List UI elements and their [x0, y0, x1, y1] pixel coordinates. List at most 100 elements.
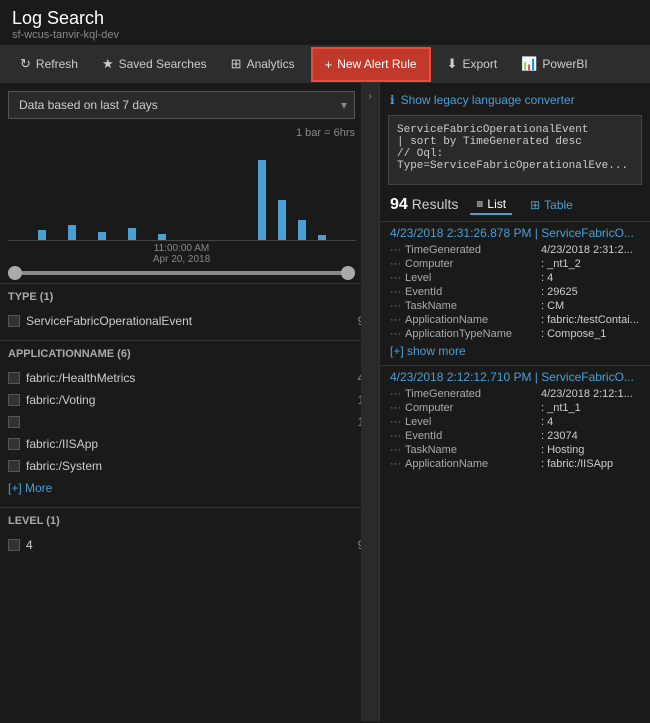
log-field-value: : fabric:/IISApp: [541, 458, 613, 470]
chart-bar: [318, 235, 326, 240]
info-icon: ℹ: [390, 93, 395, 107]
log-field-value: : 4: [541, 272, 553, 284]
log-field: ··· EventId : 29625: [390, 285, 640, 299]
chart-area: 1 bar = 6hrs 11:00:00 AM Apr 20, 2018: [8, 127, 355, 265]
log-expand-icon[interactable]: ···: [390, 314, 401, 326]
export-button[interactable]: ⬇ Export: [435, 48, 510, 80]
log-field-name: EventId: [405, 430, 535, 442]
export-icon: ⬇: [447, 56, 458, 72]
log-expand-icon[interactable]: ···: [390, 416, 401, 428]
log-expand-icon[interactable]: ···: [390, 300, 401, 312]
appname-filter-item: 17: [0, 411, 379, 433]
left-panel: Data based on last 7 days Last 24 hours …: [0, 83, 380, 721]
type-filter-header: TYPE (1) ×: [0, 284, 379, 310]
chart-bar: [158, 234, 166, 240]
log-field: ··· ApplicationName : fabric:/testContai…: [390, 313, 640, 327]
log-field-value: : _nt1_2: [541, 258, 581, 270]
log-expand-icon[interactable]: ···: [390, 444, 401, 456]
level-checkbox[interactable]: [8, 539, 20, 551]
log-expand-icon[interactable]: ···: [390, 286, 401, 298]
chart-bar: [258, 160, 266, 240]
log-expand-icon[interactable]: ···: [390, 388, 401, 400]
log-field-value: 4/23/2018 2:31:2...: [541, 244, 633, 256]
log-expand-icon[interactable]: ···: [390, 430, 401, 442]
appname-items: fabric:/HealthMetrics 46 fabric:/Voting …: [0, 367, 379, 477]
log-field-name: Level: [405, 272, 535, 284]
log-entry-header[interactable]: 4/23/2018 2:12:12.710 PM | ServiceFabric…: [390, 370, 640, 384]
log-field-value: : Compose_1: [541, 328, 606, 340]
type-item-name: ServiceFabricOperationalEvent: [26, 314, 345, 328]
log-entry-header[interactable]: 4/23/2018 2:31:26.878 PM | ServiceFabric…: [390, 226, 640, 240]
log-field-value: : _nt1_1: [541, 402, 581, 414]
level-filter-header: LEVEL (1) ×: [0, 508, 379, 534]
log-field-name: EventId: [405, 286, 535, 298]
query-box[interactable]: ServiceFabricOperationalEvent | sort by …: [388, 115, 642, 185]
table-icon: ⊞: [530, 198, 540, 212]
toolbar: ↻ Refresh ★ Saved Searches ⊞ Analytics +…: [0, 45, 650, 83]
date-select[interactable]: Data based on last 7 days Last 24 hours …: [8, 91, 355, 119]
log-field-value: : fabric:/testContai...: [541, 314, 639, 326]
appname-checkbox-2[interactable]: [8, 416, 20, 428]
log-field: ··· Computer : _nt1_1: [390, 401, 640, 415]
show-more-button[interactable]: [+] show more: [390, 341, 640, 361]
log-expand-icon[interactable]: ···: [390, 258, 401, 270]
level-filter-item: 4 94: [0, 534, 379, 556]
type-checkbox[interactable]: [8, 315, 20, 327]
level-filter-section: LEVEL (1) × 4 94: [0, 507, 379, 556]
new-alert-button[interactable]: + New Alert Rule: [311, 47, 431, 82]
chart-canvas: [8, 141, 356, 241]
appname-more[interactable]: [+] More: [0, 477, 379, 499]
left-panel-collapse[interactable]: ›: [361, 83, 379, 721]
appname-filter-item: fabric:/System 4: [0, 455, 379, 477]
chart-bar: [38, 230, 46, 240]
appname-filter-item: fabric:/Voting 18: [0, 389, 379, 411]
appname-filter-item: fabric:/HealthMetrics 46: [0, 367, 379, 389]
appname-item-name: fabric:/IISApp: [26, 437, 345, 451]
log-field: ··· TimeGenerated 4/23/2018 2:31:2...: [390, 243, 640, 257]
log-field: ··· Computer : _nt1_2: [390, 257, 640, 271]
log-field: ··· TaskName : Hosting: [390, 443, 640, 457]
analytics-button[interactable]: ⊞ Analytics: [219, 48, 307, 80]
log-expand-icon[interactable]: ···: [390, 458, 401, 470]
slider-right-thumb[interactable]: [341, 266, 355, 280]
refresh-button[interactable]: ↻ Refresh: [8, 48, 90, 80]
refresh-icon: ↻: [20, 56, 31, 72]
list-view-button[interactable]: ≡ List: [470, 195, 512, 215]
chart-bar: [278, 200, 286, 240]
list-icon: ≡: [476, 197, 483, 211]
chart-bar: [128, 228, 136, 240]
log-field-name: TaskName: [405, 300, 535, 312]
slider-fill: [8, 271, 355, 275]
log-expand-icon[interactable]: ···: [390, 402, 401, 414]
powerbi-button[interactable]: 📊 PowerBI: [509, 48, 600, 80]
log-expand-icon[interactable]: ···: [390, 272, 401, 284]
appname-checkbox-1[interactable]: [8, 394, 20, 406]
timeline-slider[interactable]: [8, 271, 355, 275]
appname-filter-item: fabric:/IISApp 8: [0, 433, 379, 455]
appname-checkbox-0[interactable]: [8, 372, 20, 384]
powerbi-icon: 📊: [521, 56, 537, 72]
table-view-button[interactable]: ⊞ Table: [524, 196, 579, 214]
appname-checkbox-3[interactable]: [8, 438, 20, 450]
query-text: ServiceFabricOperationalEvent | sort by …: [397, 124, 633, 172]
main-layout: Data based on last 7 days Last 24 hours …: [0, 83, 650, 721]
log-expand-icon[interactable]: ···: [390, 328, 401, 340]
log-field: ··· TaskName : CM: [390, 299, 640, 313]
slider-left-thumb[interactable]: [8, 266, 22, 280]
log-field: ··· ApplicationName : fabric:/IISApp: [390, 457, 640, 471]
type-filter-section: TYPE (1) × ServiceFabricOperationalEvent…: [0, 283, 379, 332]
appname-checkbox-4[interactable]: [8, 460, 20, 472]
log-field-name: ApplicationName: [405, 458, 535, 470]
log-field-name: Computer: [405, 258, 535, 270]
appname-filter-section: APPLICATIONNAME (6) × fabric:/HealthMetr…: [0, 340, 379, 499]
date-filter: Data based on last 7 days Last 24 hours …: [8, 91, 355, 119]
log-expand-icon[interactable]: ···: [390, 244, 401, 256]
saved-searches-button[interactable]: ★ Saved Searches: [90, 48, 219, 80]
results-count: 94 Results: [390, 196, 458, 214]
log-field-value: : 23074: [541, 430, 578, 442]
analytics-icon: ⊞: [231, 56, 242, 72]
chart-time-label: 11:00:00 AM Apr 20, 2018: [8, 243, 355, 265]
chart-bar: [98, 232, 106, 240]
level-item-name: 4: [26, 538, 345, 552]
log-field-value: 4/23/2018 2:12:1...: [541, 388, 633, 400]
